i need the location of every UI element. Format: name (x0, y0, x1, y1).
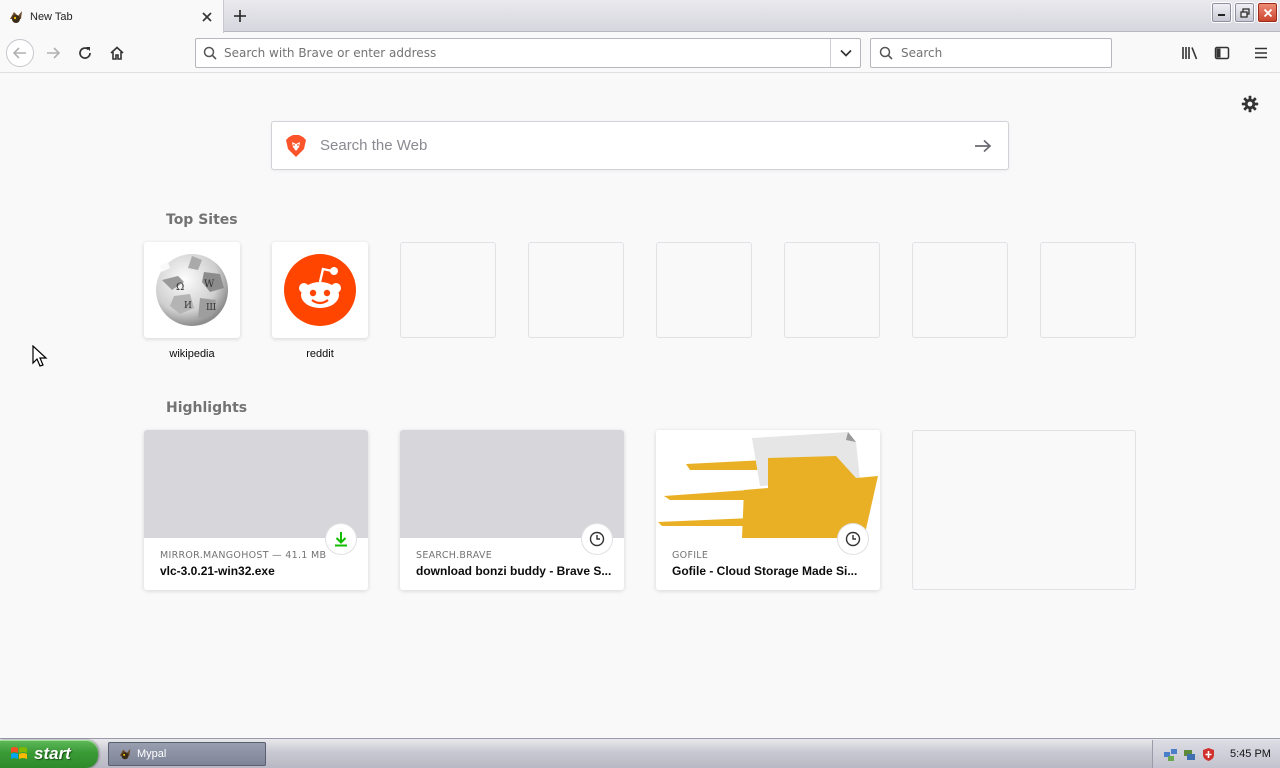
arrow-right-icon (975, 139, 992, 152)
windows-taskbar: start Mypal 5:45 PM (0, 738, 1280, 768)
highlight-card-gofile[interactable]: GOFILE Gofile - Cloud Storage Made Si... (656, 430, 880, 590)
gear-icon (1241, 95, 1259, 113)
tab-strip: New Tab (0, 0, 1280, 33)
windows-logo-icon (11, 747, 27, 759)
highlight-thumbnail (400, 430, 624, 538)
svg-text:И: И (184, 301, 192, 311)
url-dropdown-button[interactable] (830, 39, 860, 67)
close-icon (1263, 8, 1272, 17)
highlight-title: vlc-3.0.21-win32.exe (160, 564, 275, 578)
hamburger-menu-button[interactable] (1247, 39, 1275, 67)
top-site-label: wikipedia (169, 348, 215, 360)
home-button[interactable] (103, 39, 131, 67)
network-activity-icon[interactable] (1182, 747, 1197, 762)
security-shield-icon[interactable] (1201, 747, 1216, 762)
brave-lion-icon (272, 134, 320, 158)
highlight-title: Gofile - Cloud Storage Made Si... (672, 564, 858, 578)
forward-arrow-icon (47, 47, 61, 59)
top-site-tile-empty[interactable] (400, 242, 496, 338)
svg-text:W: W (204, 279, 215, 290)
web-search-box[interactable] (271, 121, 1009, 170)
back-arrow-icon (12, 47, 26, 59)
top-site-tile-empty[interactable] (912, 242, 1008, 338)
svg-text:Ш: Ш (206, 303, 216, 313)
reddit-alien-icon (284, 254, 356, 326)
system-tray: 5:45 PM (1152, 740, 1280, 768)
reload-icon (79, 47, 91, 59)
highlight-card-brave-search[interactable]: SEARCH.BRAVE download bonzi buddy - Brav… (400, 430, 624, 590)
back-button[interactable] (6, 39, 34, 67)
close-window-button[interactable] (1257, 2, 1278, 23)
search-input[interactable] (901, 46, 1111, 60)
wikipedia-globe-icon: Ω W И Ш (156, 254, 228, 326)
highlight-card-vlc[interactable]: MIRROR.MANGOHOST — 41.1 MB vlc-3.0.21-wi… (144, 430, 368, 590)
sidebar-icon (1214, 46, 1230, 60)
svg-text:Ω: Ω (176, 282, 184, 293)
top-site-tile-empty[interactable] (656, 242, 752, 338)
url-input[interactable] (224, 40, 830, 66)
highlight-title: download bonzi buddy - Brave S... (416, 564, 612, 578)
network-icon[interactable] (1163, 747, 1178, 762)
highlight-thumbnail (144, 430, 368, 538)
library-button[interactable] (1176, 39, 1204, 67)
taskbar-window-label: Mypal (137, 748, 167, 760)
window-controls (1211, 2, 1278, 23)
sidebar-toggle-button[interactable] (1208, 39, 1236, 67)
search-submit-button[interactable] (958, 139, 1008, 153)
top-site-tile-empty[interactable] (784, 242, 880, 338)
system-clock: 5:45 PM (1230, 748, 1271, 760)
forward-button[interactable] (39, 39, 67, 67)
highlight-card-empty (912, 430, 1136, 590)
navigation-toolbar (0, 33, 1280, 73)
tab-title: New Tab (30, 10, 73, 23)
plus-icon (234, 10, 246, 22)
highlights-heading: Highlights (166, 400, 248, 416)
tab-new-tab[interactable]: New Tab (0, 0, 224, 33)
clock-icon (838, 524, 868, 554)
home-icon (110, 46, 124, 60)
hamburger-icon (1255, 47, 1267, 59)
start-button[interactable]: start (0, 740, 98, 768)
restore-button[interactable] (1234, 2, 1255, 23)
chevron-down-icon (839, 49, 852, 57)
customize-settings-button[interactable] (1240, 94, 1260, 114)
top-sites-heading: Top Sites (166, 212, 238, 228)
highlight-source: MIRROR.MANGOHOST — 41.1 MB (160, 550, 327, 561)
address-bar[interactable] (195, 38, 861, 68)
tab-close-icon[interactable] (199, 9, 215, 25)
clock-icon (582, 524, 612, 554)
minimize-icon (1218, 14, 1225, 16)
top-site-tile-empty[interactable] (1040, 242, 1136, 338)
start-label: start (34, 744, 71, 763)
restore-icon (1239, 7, 1250, 18)
mouse-cursor-icon (32, 344, 48, 374)
search-icon (871, 39, 901, 67)
highlight-source: GOFILE (672, 550, 709, 561)
highlight-source: SEARCH.BRAVE (416, 550, 493, 561)
taskbar-window-mypal[interactable]: Mypal (108, 742, 266, 766)
top-site-tile-reddit[interactable] (272, 242, 368, 338)
top-site-tile-empty[interactable] (528, 242, 624, 338)
minimize-button[interactable] (1211, 2, 1232, 23)
web-search-input[interactable] (320, 137, 958, 154)
mypal-favicon-icon (118, 747, 132, 761)
reload-button[interactable] (71, 39, 99, 67)
new-tab-button[interactable] (228, 5, 252, 27)
gofile-folder-thumbnail (656, 430, 880, 538)
top-site-label: reddit (306, 348, 334, 360)
search-icon (196, 39, 224, 67)
search-bar[interactable] (870, 38, 1112, 68)
mypal-favicon-icon (8, 9, 24, 25)
top-site-tile-wikipedia[interactable]: Ω W И Ш (144, 242, 240, 338)
library-icon (1182, 47, 1198, 60)
download-icon (326, 524, 356, 554)
